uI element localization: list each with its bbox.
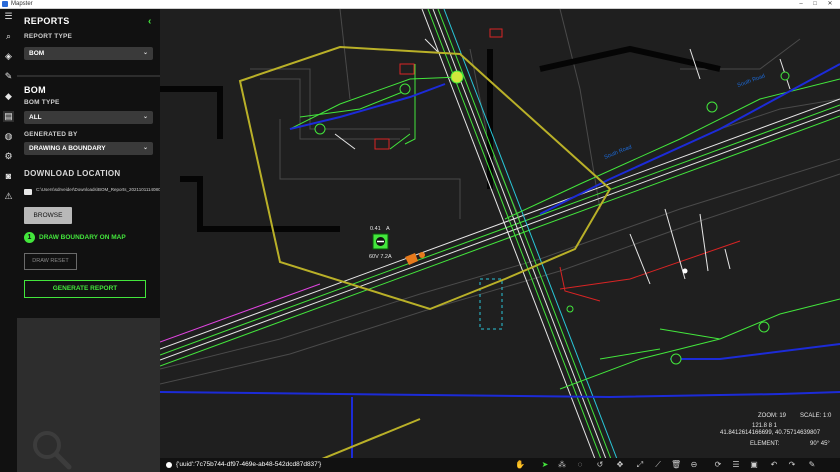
coord-readout-1: 121.8 8 1: [752, 423, 778, 429]
angle-readout: 90° 45°: [810, 441, 830, 447]
blue-lines: [160, 63, 840, 472]
black-roads: [160, 45, 721, 232]
boundary-polygon: [238, 45, 612, 311]
refresh-icon[interactable]: ⟳: [713, 460, 723, 470]
settings-icon[interactable]: ⚙: [3, 151, 14, 162]
cyan-parcel: [479, 278, 503, 330]
generated-by-value: DRAWING A BOUNDARY: [29, 145, 106, 152]
component-rating-label: 60V 7.2A: [369, 254, 392, 260]
bom-type-select[interactable]: ALL ⌄: [24, 111, 153, 124]
reports-icon[interactable]: ▤: [3, 111, 14, 122]
node-markers: [314, 70, 790, 365]
close-button[interactable]: ✕: [824, 0, 836, 9]
edit-frame-icon[interactable]: ▣: [749, 460, 759, 470]
edit-icon[interactable]: ✎: [3, 71, 14, 82]
element-readout: ELEMENT:: [750, 441, 780, 447]
road-label: South Road: [604, 144, 633, 160]
map-canvas[interactable]: 0.41 A 60V 7.2A South Road South Road ZO…: [160, 9, 840, 472]
status-dot-icon: [166, 462, 172, 468]
component-phase-label: A: [386, 226, 390, 232]
edit-icon[interactable]: ✎: [807, 460, 817, 470]
panel-title: REPORTS: [24, 16, 70, 26]
generated-by-select[interactable]: DRAWING A BOUNDARY ⌄: [24, 142, 153, 155]
draw-reset-button[interactable]: DRAW RESET: [24, 253, 77, 270]
layers-icon[interactable]: ◆: [3, 91, 14, 102]
window-title: Mapster: [11, 1, 33, 7]
delete-icon[interactable]: 🗑: [671, 460, 681, 470]
report-type-select[interactable]: BOM ⌄: [24, 47, 153, 60]
status-bar: {'uuid':'7c75b744-df97-469e-ab48-542dcd8…: [160, 458, 840, 472]
watermark-search-icon: [33, 431, 72, 470]
selected-uuid: {'uuid':'7c75b744-df97-469e-ab48-542dcd8…: [176, 461, 322, 468]
globe-icon[interactable]: ◍: [3, 131, 14, 142]
bom-title: BOM: [24, 85, 46, 95]
component-top-label: 0.41: [370, 226, 381, 232]
step-number-badge: 1: [24, 232, 35, 243]
browse-button[interactable]: BROWSE: [24, 207, 72, 224]
maximize-button[interactable]: □: [809, 0, 821, 9]
lasso-icon[interactable]: ◌: [575, 460, 585, 470]
download-path: C:\Users\sdrveider\Downloads\BOM_Reports…: [36, 187, 164, 192]
resize-icon[interactable]: ⤢: [635, 460, 645, 470]
select-pointer-icon[interactable]: ➤: [540, 460, 550, 470]
chevron-down-icon: ⌄: [142, 114, 148, 120]
scale-readout: SCALE: 1:0: [800, 413, 832, 419]
group-icon[interactable]: ⁂: [557, 460, 567, 470]
report-type-label: REPORT TYPE: [24, 33, 73, 40]
hand-icon[interactable]: ✋: [515, 460, 525, 470]
report-type-section: REPORTS ‹ REPORT TYPE BOM ⌄: [17, 9, 160, 75]
menu-icon[interactable]: ☰: [3, 11, 14, 22]
selection-point: [682, 268, 688, 274]
undo-icon[interactable]: ↶: [769, 460, 779, 470]
search-icon[interactable]: ⌕: [3, 31, 14, 42]
layers-box-icon[interactable]: ◈: [3, 51, 14, 62]
folder-icon: [24, 189, 32, 195]
coord-readout-2: 41.8412614166699, 40.75714639807: [720, 430, 821, 436]
zoom-readout: ZOOM: 19: [758, 413, 787, 419]
red-network: [374, 28, 741, 302]
generated-by-label: GENERATED BY: [24, 131, 78, 138]
road-label: South Road: [737, 73, 766, 89]
bom-type-value: ALL: [29, 114, 42, 121]
chevron-down-icon: ⌄: [142, 145, 148, 151]
generate-report-button[interactable]: GENERATE REPORT: [24, 280, 146, 298]
reports-panel: REPORTS ‹ REPORT TYPE BOM ⌄ BOM BOM TYPE…: [17, 9, 164, 472]
report-type-value: BOM: [29, 50, 45, 57]
left-icon-bar: ☰ ⌕ ◈ ✎ ◆ ▤ ◍ ⚙ ◙ ⚠: [0, 9, 17, 472]
measure-icon[interactable]: ⟋: [653, 460, 663, 470]
main-corridor: [160, 98, 840, 367]
draw-boundary-label: DRAW BOUNDARY ON MAP: [39, 234, 126, 241]
map-drawing[interactable]: 0.41 A 60V 7.2A South Road South Road: [160, 9, 840, 472]
list-icon[interactable]: ☰: [731, 460, 741, 470]
app-logo-icon: [2, 1, 8, 7]
undo-rotate-icon[interactable]: ↺: [595, 460, 605, 470]
minimize-button[interactable]: –: [795, 0, 807, 9]
camera-icon[interactable]: ◙: [3, 171, 14, 182]
download-location-title: DOWNLOAD LOCATION: [24, 169, 121, 178]
chevron-down-icon: ⌄: [142, 50, 148, 56]
bom-type-label: BOM TYPE: [24, 99, 60, 106]
redo-icon[interactable]: ↷: [787, 460, 797, 470]
window-titlebar: Mapster – □ ✕: [0, 0, 840, 9]
alert-icon[interactable]: ⚠: [3, 191, 14, 202]
collapse-panel-icon[interactable]: ‹: [148, 16, 151, 27]
minus-circle-icon[interactable]: ⊖: [689, 460, 699, 470]
move-icon[interactable]: ✥: [615, 460, 625, 470]
